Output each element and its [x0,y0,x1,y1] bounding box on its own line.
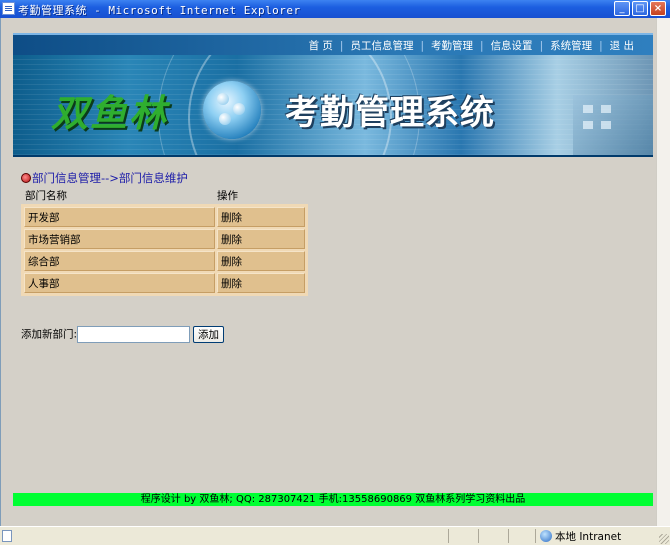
security-zone: 本地 Intranet [540,529,621,544]
nav-logout[interactable]: 退 出 [603,38,641,53]
orb-dot [219,113,231,125]
nav-info-settings[interactable]: 信息设置 [484,38,540,53]
orb-dot [217,93,229,105]
nav-home[interactable]: 首 页 [302,38,340,53]
table-row: 人事部 删除 [24,273,305,293]
vertical-scrollbar[interactable] [656,18,670,526]
nav-system-admin[interactable]: 系统管理 [543,38,599,53]
dept-name-cell: 人事部 [24,273,215,293]
add-department-label: 添加新部门: [21,328,78,341]
page-frame: 首 页 | 员工信息管理 | 考勤管理 | 信息设置 | 系统管理 | 退 出 双鱼林 考勤管理系统 [13,33,653,508]
window-title: 考勤管理系统 - Microsoft Internet Explorer [18,4,301,17]
top-navigation: 首 页 | 员工信息管理 | 考勤管理 | 信息设置 | 系统管理 | 退 出 [13,33,653,55]
department-table: 开发部 删除 市场营销部 删除 综合部 删除 人事部 删除 [21,204,308,296]
building-graphic [573,95,653,155]
nav-attendance[interactable]: 考勤管理 [424,38,480,53]
orb-dot [233,103,245,115]
table-row: 综合部 删除 [24,251,305,271]
dept-name-cell: 综合部 [24,251,215,271]
delete-link[interactable]: 删除 [217,273,305,293]
column-header-dept-name: 部门名称 [25,190,67,202]
table-row: 市场营销部 删除 [24,229,305,249]
intranet-globe-icon [540,530,552,542]
status-bar: 本地 Intranet [0,526,670,545]
delete-link[interactable]: 删除 [217,207,305,227]
header-banner: 双鱼林 考勤管理系统 [13,55,653,155]
system-title: 考勤管理系统 [285,93,495,133]
browser-viewport: 首 页 | 员工信息管理 | 考勤管理 | 信息设置 | 系统管理 | 退 出 双鱼林 考勤管理系统 [0,18,657,526]
window-title-bar: 考勤管理系统 - Microsoft Internet Explorer _ □… [0,0,670,18]
building-window [583,105,593,113]
delete-link[interactable]: 删除 [217,229,305,249]
breadcrumb-icon [21,173,31,183]
breadcrumb-text: 部门信息管理-->部门信息维护 [32,171,188,185]
resize-grip-icon[interactable] [659,534,669,544]
page-status-icon [2,530,12,542]
dept-name-cell: 市场营销部 [24,229,215,249]
add-department-form: 添加新部门: 添加 [21,326,225,343]
breadcrumb: 部门信息管理-->部门信息维护 [21,170,188,186]
department-name-input[interactable] [77,326,191,343]
dept-name-cell: 开发部 [24,207,215,227]
minimize-button[interactable]: _ [614,1,630,16]
status-divider [535,529,536,543]
status-divider [478,529,479,543]
banner-orb-logo-icon [203,81,261,139]
ie-page-icon [2,2,15,15]
brand-logo-text: 双鱼林 [51,92,168,135]
building-window [583,121,593,129]
column-header-action: 操作 [217,190,238,202]
close-button[interactable]: × [650,1,666,16]
building-window [601,121,611,129]
add-button[interactable]: 添加 [193,326,225,343]
footer-credits: 程序设计 by 双鱼林; QQ: 287307421 手机:1355869086… [13,493,653,506]
banner-divider [13,155,653,157]
zone-label: 本地 Intranet [555,531,622,543]
nav-employee-info[interactable]: 员工信息管理 [343,38,420,53]
maximize-button[interactable]: □ [632,1,648,16]
status-divider [448,529,449,543]
building-window [601,105,611,113]
delete-link[interactable]: 删除 [217,251,305,271]
table-row: 开发部 删除 [24,207,305,227]
status-divider [508,529,509,543]
